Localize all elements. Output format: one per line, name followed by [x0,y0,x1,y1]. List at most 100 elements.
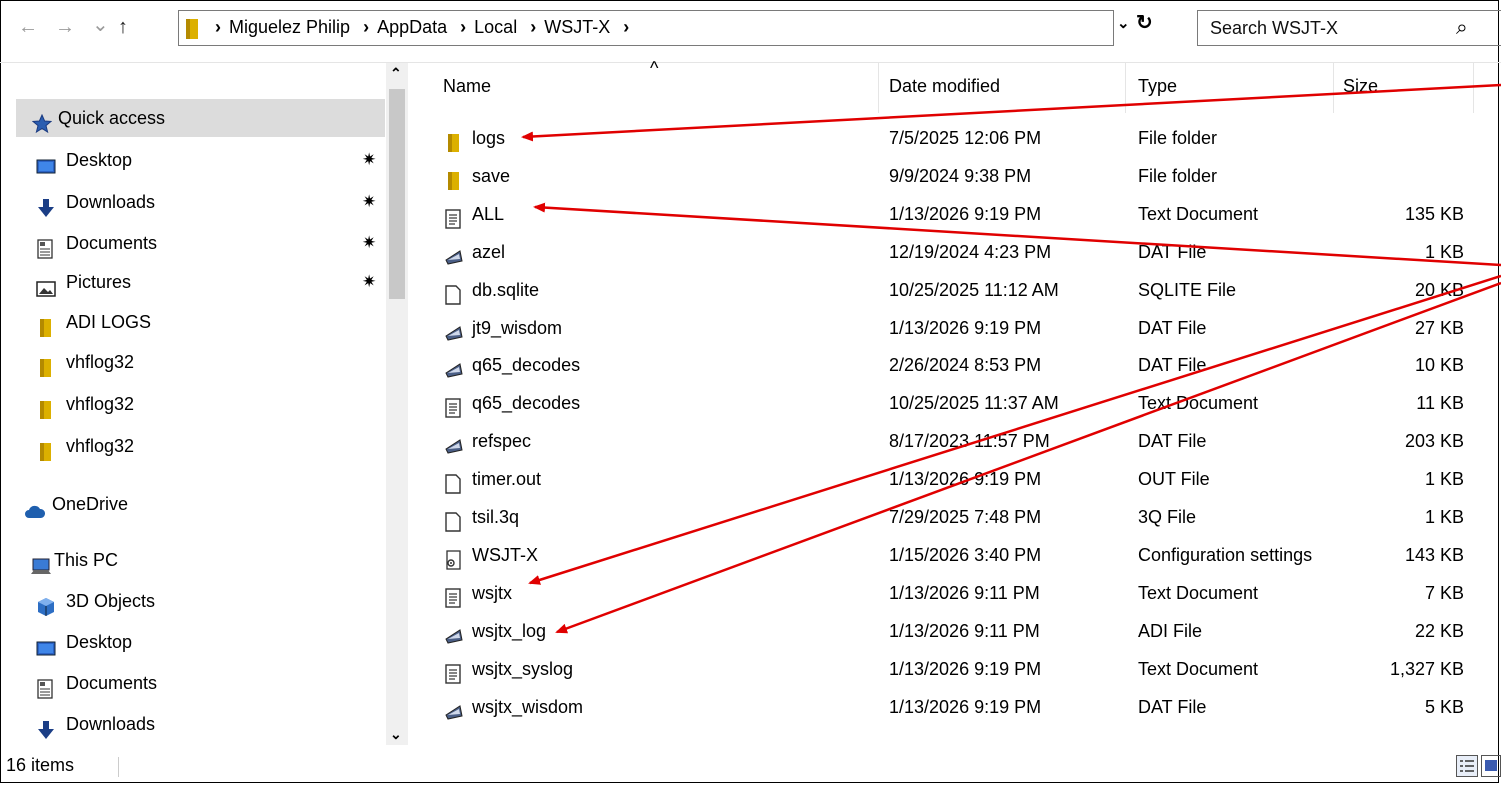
file-name: refspec [472,431,532,451]
file-size: 1,327 KB [1389,659,1464,679]
file-row[interactable]: ALL 1/13/2026 9:19 PM Text Document 135 KB [420,195,1501,233]
file-size: 1 KB [1424,242,1464,262]
sidebar-item-vhflog32[interactable]: vhflog32 [0,385,385,423]
sidebar-item-label: This PC [54,550,119,570]
nav-pane-scrollbar[interactable]: ⌃ ⌄ [386,63,408,745]
scroll-up-icon[interactable]: ⌃ [390,65,402,82]
file-row[interactable]: WSJT-X 1/15/2026 3:40 PM Configuration set… [420,536,1501,574]
desktop-icon [36,151,56,174]
blank-file-icon [444,469,462,494]
search-box[interactable]: Search WSJT-X ⌕ [1197,10,1501,46]
sidebar-item-vhflog32[interactable]: vhflog32 [0,343,385,381]
address-bar[interactable]: › Miguelez Philip › AppData › Local › WSJT-X… [178,10,1114,46]
pin-icon[interactable]: ✷ [362,141,376,179]
file-date-modified: 10/25/2025 11:12 AM [889,280,1059,300]
file-row[interactable]: timer.out 1/13/2026 9:19 PM OUT File 1 KB [420,460,1501,498]
sidebar-item-pictures[interactable]: Pictures ✷ [0,263,385,301]
sidebar-item-this-pc[interactable]: This PC [0,541,385,579]
pin-icon[interactable]: ✷ [362,183,376,221]
file-row[interactable]: wsjtx 1/13/2026 9:11 PM Text Document 7 KB [420,574,1501,612]
sidebar-item-desktop[interactable]: Desktop ✷ [0,141,385,179]
file-type: OUT File [1138,469,1210,489]
address-dropdown-button[interactable]: ⌄ [1117,14,1130,32]
pictures-icon [36,273,56,297]
back-button[interactable]: ← [18,16,38,39]
sidebar-item-desktop[interactable]: Desktop [0,623,385,661]
file-row[interactable]: azel 12/19/2024 4:23 PM DAT File 1 KB [420,233,1501,271]
blank-file-icon [444,507,462,532]
search-input[interactable]: Search WSJT-X [1210,18,1338,39]
file-type: Text Document [1138,393,1259,413]
details-view-icon[interactable] [1456,755,1478,777]
breadcrumb-appdata[interactable]: AppData [377,17,447,37]
file-size: 5 KB [1424,697,1464,717]
scrollbar-thumb[interactable] [389,89,405,299]
file-row[interactable]: q65_decodes 2/26/2024 8:53 PM DAT File 10 K… [420,346,1501,384]
cube-icon [36,592,54,616]
sidebar-item-vhflog32[interactable]: vhflog32 [0,427,385,465]
file-size: 11 KB [1416,393,1464,413]
up-button[interactable]: ↑ [118,16,128,39]
documents-icon [36,234,54,259]
sidebar-item-label: Documents [66,233,158,253]
status-divider [118,757,119,777]
file-date-modified: 8/17/2023 11:57 PM [889,431,1050,451]
recent-locations-button[interactable]: ⌄ [92,12,109,37]
file-size: 1 KB [1424,507,1464,527]
sidebar-item-downloads[interactable]: Downloads ✷ [0,183,385,221]
file-name: save [472,166,511,186]
column-divider[interactable] [878,63,879,113]
file-name: logs [472,128,506,148]
file-date-modified: 7/29/2025 7:48 PM [889,507,1042,527]
sidebar-item-quick-access[interactable]: Quick access [16,99,385,137]
file-row[interactable]: jt9_wisdom 1/13/2026 9:19 PM DAT File 27 KB [420,309,1501,347]
breadcrumb-local[interactable]: Local [474,17,517,37]
file-row[interactable]: logs 7/5/2025 12:06 PM File folder [420,119,1501,157]
large-icons-view-icon[interactable] [1481,755,1501,777]
folder-icon [444,128,462,152]
scroll-down-icon[interactable]: ⌄ [390,726,402,743]
status-bar: 16 items [0,745,1501,785]
refresh-icon[interactable]: ↻ [1136,10,1153,35]
breadcrumb-separator[interactable]: › [623,17,629,37]
sidebar-item-downloads[interactable]: Downloads [0,705,385,743]
folder-icon [36,437,54,461]
sidebar-item-documents[interactable]: Documents [0,664,385,702]
file-size: 22 KB [1414,621,1464,641]
sidebar-item-label: Pictures [66,272,132,292]
file-type: DAT File [1138,318,1207,338]
sidebar-item-label: Desktop [66,150,133,170]
pin-icon[interactable]: ✷ [362,263,376,301]
file-type: DAT File [1138,697,1207,717]
file-name: tsil.3q [472,507,520,527]
file-type: File folder [1138,166,1218,186]
file-row[interactable]: wsjtx_wisdom 1/13/2026 9:19 PM DAT File 5 K… [420,688,1501,726]
column-divider[interactable] [1125,63,1126,113]
sidebar-item-onedrive[interactable]: OneDrive [0,485,385,523]
dat-file-icon [444,431,463,454]
column-divider[interactable] [1473,63,1474,113]
file-row[interactable]: refspec 8/17/2023 11:57 PM DAT File 203 KB [420,422,1501,460]
computer-icon [30,551,51,574]
breadcrumb-miguelez-philip[interactable]: Miguelez Philip [229,17,350,37]
file-row[interactable]: db.sqlite 10/25/2025 11:12 AM SQLITE File 2… [420,271,1501,309]
file-name: q65_decodes [472,355,581,375]
file-size: 7 KB [1424,583,1464,603]
file-row[interactable]: q65_decodes 10/25/2025 11:37 AM Text Docum… [420,384,1501,422]
breadcrumb-separator: › [530,17,537,37]
column-divider[interactable] [1333,63,1334,113]
file-row[interactable]: tsil.3q 7/29/2025 7:48 PM 3Q File 1 KB [420,498,1501,536]
breadcrumb: › Miguelez Philip › AppData › Local › WSJT-X… [207,17,637,38]
file-row[interactable]: save 9/9/2024 9:38 PM File folder [420,157,1501,195]
pin-icon[interactable]: ✷ [362,224,376,262]
file-date-modified: 12/19/2024 4:23 PM [889,242,1052,262]
file-size: 27 KB [1414,318,1464,338]
sidebar-item-adi-logs[interactable]: ADI LOGS [0,303,385,341]
breadcrumb-wsjt-x[interactable]: WSJT-X [544,17,610,37]
forward-button[interactable]: → [55,16,75,39]
sidebar-item-documents[interactable]: Documents ✷ [0,224,385,262]
file-row[interactable]: wsjtx_log 1/13/2026 9:11 PM ADI File 22 KB [420,612,1501,650]
file-row[interactable]: wsjtx_syslog 1/13/2026 9:19 PM Text Docume… [420,650,1501,688]
file-name: q65_decodes [472,393,581,413]
sidebar-item-3d-objects[interactable]: 3D Objects [0,582,385,620]
